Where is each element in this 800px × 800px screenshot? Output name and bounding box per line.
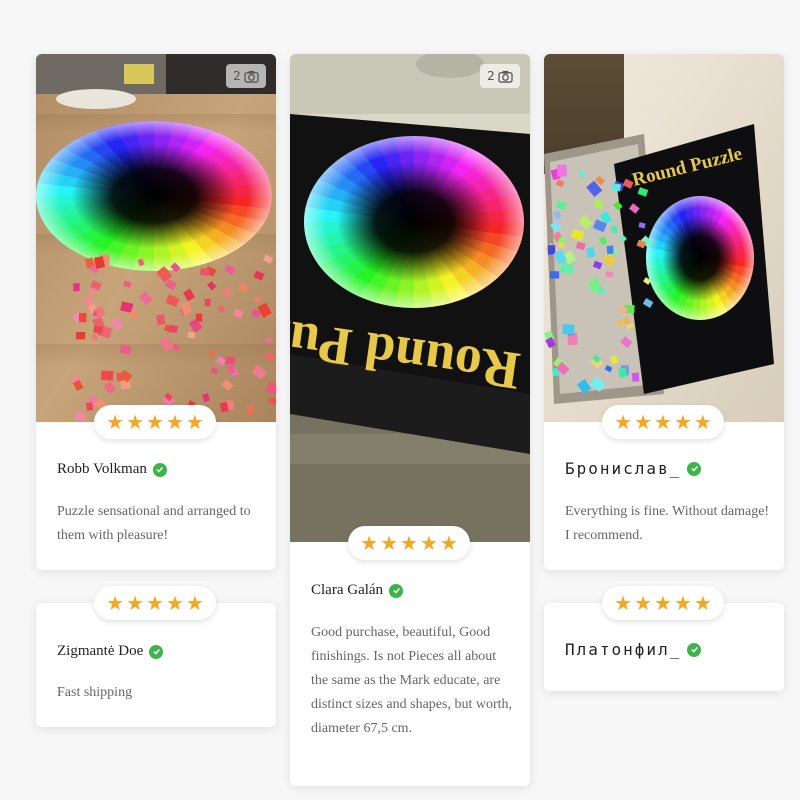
star-icon: ★ bbox=[673, 591, 692, 615]
photo-count-badge[interactable]: 2 bbox=[226, 64, 266, 88]
verified-check-icon bbox=[687, 642, 702, 657]
star-icon: ★ bbox=[126, 410, 145, 434]
camera-icon bbox=[498, 70, 513, 83]
star-icon: ★ bbox=[380, 531, 399, 555]
star-icon: ★ bbox=[673, 410, 692, 434]
review-card: ★ ★ ★ ★ ★ Платонфил_ bbox=[544, 586, 784, 691]
photo-count: 2 bbox=[233, 69, 241, 83]
star-icon: ★ bbox=[146, 591, 164, 615]
star-icon: ★ bbox=[165, 591, 184, 615]
verified-check-icon bbox=[389, 583, 404, 598]
reviewer-name-text: Robb Volkman bbox=[57, 461, 147, 477]
reviewer-name-text: Платонфил_ bbox=[565, 640, 682, 659]
star-icon: ★ bbox=[693, 410, 712, 434]
verified-check-icon bbox=[152, 462, 167, 477]
photo-count: 2 bbox=[487, 69, 495, 83]
star-icon: ★ bbox=[419, 531, 438, 555]
star-icon: ★ bbox=[614, 410, 633, 434]
review-photo[interactable]: Round Puzz 2 bbox=[290, 54, 530, 542]
star-icon: ★ bbox=[106, 591, 125, 615]
star-icon: ★ bbox=[126, 591, 145, 615]
review-text: Puzzle sensational and arranged to them … bbox=[57, 504, 251, 543]
star-icon: ★ bbox=[106, 410, 125, 434]
review-text: Everything is fine. Without damage! I re… bbox=[565, 504, 770, 543]
verified-check-icon bbox=[149, 644, 164, 659]
star-icon: ★ bbox=[614, 591, 633, 615]
star-rating: ★ ★ ★ ★ ★ bbox=[94, 405, 216, 439]
verified-check-icon bbox=[687, 461, 702, 476]
review-text: Fast shipping bbox=[57, 685, 133, 700]
reviewer-name: Zigmantė Doe bbox=[57, 643, 164, 660]
star-icon: ★ bbox=[634, 410, 653, 434]
star-icon: ★ bbox=[165, 410, 184, 434]
review-photo[interactable]: 2 bbox=[36, 54, 276, 422]
review-card: 2 ★ ★ ★ ★ ★ Robb Volkman Puzzle sensational … bbox=[36, 54, 276, 570]
star-icon: ★ bbox=[185, 591, 204, 615]
star-icon: ★ bbox=[185, 410, 204, 434]
reviewer-name-text: Zigmantė Doe bbox=[57, 643, 144, 659]
reviewer-name-text: Clara Galán bbox=[311, 582, 384, 598]
camera-icon bbox=[244, 70, 259, 83]
reviewer-name: Clara Galán bbox=[311, 582, 404, 599]
puzzle-box-photo-image: Round Puzzle bbox=[544, 54, 784, 422]
star-icon: ★ bbox=[360, 531, 379, 555]
star-rating: ★ ★ ★ ★ ★ bbox=[602, 405, 724, 439]
review-card: Round Puzz 2 ★ ★ ★ ★ ★ Clara Galán Good purc… bbox=[290, 54, 530, 786]
reviewer-name: Бронислав_ bbox=[565, 459, 702, 478]
reviewer-name: Robb Volkman bbox=[57, 461, 167, 478]
star-icon: ★ bbox=[400, 531, 418, 555]
rainbow-puzzle-disc bbox=[304, 136, 524, 308]
reviewer-name: Платонфил_ bbox=[565, 640, 702, 659]
review-card: Round Puzzle ★ ★ ★ ★ ★ Бронислав_ Everything… bbox=[544, 54, 784, 570]
star-icon: ★ bbox=[634, 591, 653, 615]
star-rating: ★ ★ ★ ★ ★ bbox=[94, 586, 216, 620]
star-icon: ★ bbox=[654, 591, 672, 615]
star-icon: ★ bbox=[693, 591, 712, 615]
review-text: Good purchase, beautiful, Good finishing… bbox=[311, 625, 513, 736]
photo-count-badge[interactable]: 2 bbox=[480, 64, 520, 88]
review-photo[interactable]: Round Puzzle bbox=[544, 54, 784, 422]
star-icon: ★ bbox=[439, 531, 458, 555]
review-card: ★ ★ ★ ★ ★ Zigmantė Doe Fast shipping bbox=[36, 586, 276, 727]
star-icon: ★ bbox=[654, 410, 672, 434]
puzzle-photo-image bbox=[36, 54, 276, 422]
puzzle-box-photo-image: Round Puzz bbox=[290, 54, 530, 542]
rainbow-puzzle-disc bbox=[36, 121, 272, 271]
star-icon: ★ bbox=[146, 410, 164, 434]
star-rating: ★ ★ ★ ★ ★ bbox=[602, 586, 724, 620]
reviewer-name-text: Бронислав_ bbox=[565, 459, 682, 478]
star-rating: ★ ★ ★ ★ ★ bbox=[348, 526, 470, 560]
rainbow-puzzle-disc bbox=[646, 196, 754, 320]
